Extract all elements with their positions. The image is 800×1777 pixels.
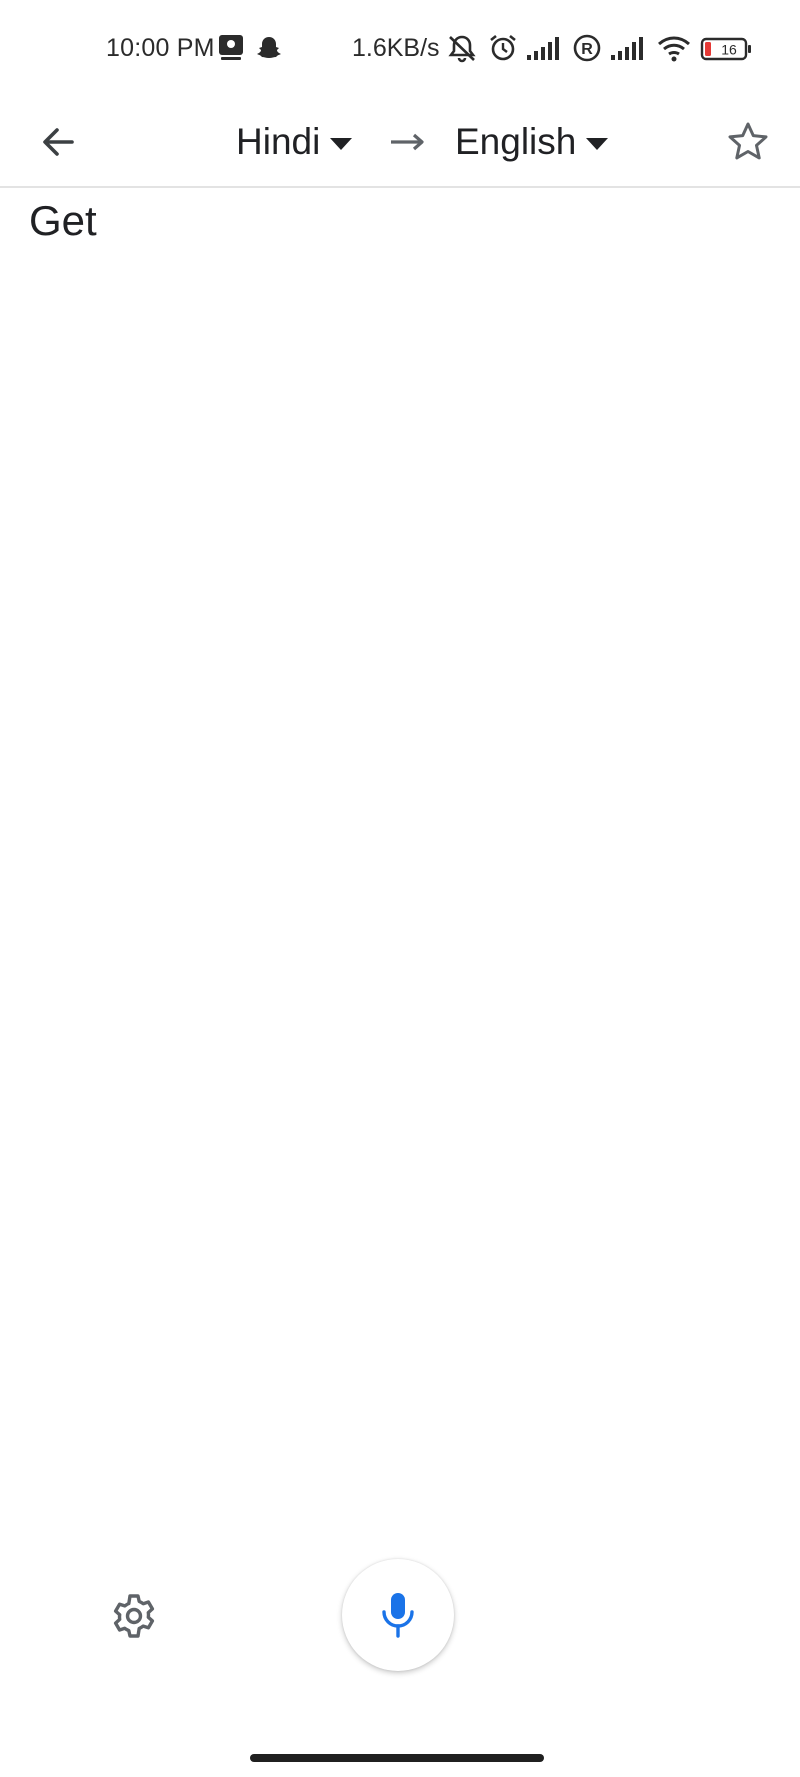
gallery-notification-icon [219,35,243,60]
signal-sim1-icon [527,37,559,60]
transcript-text: Get [29,197,97,244]
home-indicator[interactable] [250,1754,544,1762]
caret-down-icon [330,138,353,150]
star-outline-icon [728,122,768,160]
signal-sim2-icon [611,37,643,60]
gear-icon [113,1594,155,1638]
source-language-dropdown[interactable]: Hindi [236,114,353,170]
favorite-button[interactable] [720,114,776,170]
settings-button[interactable] [106,1588,162,1644]
target-language-dropdown[interactable]: English [455,114,609,170]
network-speed: 1.6KB/s [352,34,440,62]
back-button[interactable] [30,114,86,170]
status-bar: 10:00 PM 1.6KB/s R 16 [0,0,800,100]
status-time: 10:00 PM [106,34,215,62]
arrow-back-icon [43,128,74,156]
microphone-icon [382,1593,414,1638]
arrow-right-icon [391,133,424,151]
source-language-label: Hindi [236,121,321,162]
snapchat-icon [257,37,281,58]
app-bar: Hindi English [0,100,800,188]
alarm-icon [490,34,516,61]
svg-text:R: R [581,41,593,58]
target-language-label: English [455,121,577,162]
battery-icon: 16 [700,37,751,61]
caret-down-icon [586,138,609,150]
battery-level-text: 16 [721,42,737,58]
wifi-icon [658,36,690,62]
microphone-button[interactable] [342,1559,454,1671]
roaming-icon: R [573,34,601,62]
muted-bell-icon [448,35,476,63]
language-direction-arrow [386,114,430,170]
